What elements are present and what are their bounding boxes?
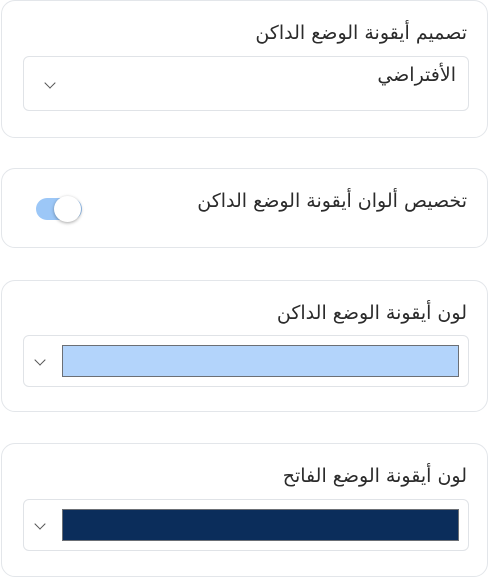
custom-colors-label: تخصيص ألوان أيقونة الوضع الداكن: [197, 190, 467, 212]
dark-color-swatch: [62, 345, 459, 377]
design-card: تصميم أيقونة الوضع الداكن الأفتراضي: [1, 0, 488, 138]
chevron-down-icon: [34, 354, 46, 366]
light-color-title: لون أيقونة الوضع الفاتح: [282, 465, 467, 487]
chevron-down-icon: [44, 77, 56, 89]
custom-colors-card: تخصيص ألوان أيقونة الوضع الداكن: [1, 168, 488, 248]
custom-colors-toggle[interactable]: [36, 196, 82, 222]
chevron-down-icon: [34, 518, 46, 530]
light-color-swatch: [62, 509, 459, 541]
design-select-value: الأفتراضي: [377, 64, 456, 86]
light-color-card: لون أيقونة الوضع الفاتح: [1, 443, 488, 577]
dark-color-picker[interactable]: [23, 335, 469, 387]
toggle-knob: [54, 196, 81, 222]
dark-color-title: لون أيقونة الوضع الداكن: [276, 302, 467, 324]
design-select[interactable]: الأفتراضي: [23, 56, 469, 111]
dark-color-card: لون أيقونة الوضع الداكن: [1, 280, 488, 412]
design-title: تصميم أيقونة الوضع الداكن: [255, 22, 467, 44]
light-color-picker[interactable]: [23, 499, 469, 551]
